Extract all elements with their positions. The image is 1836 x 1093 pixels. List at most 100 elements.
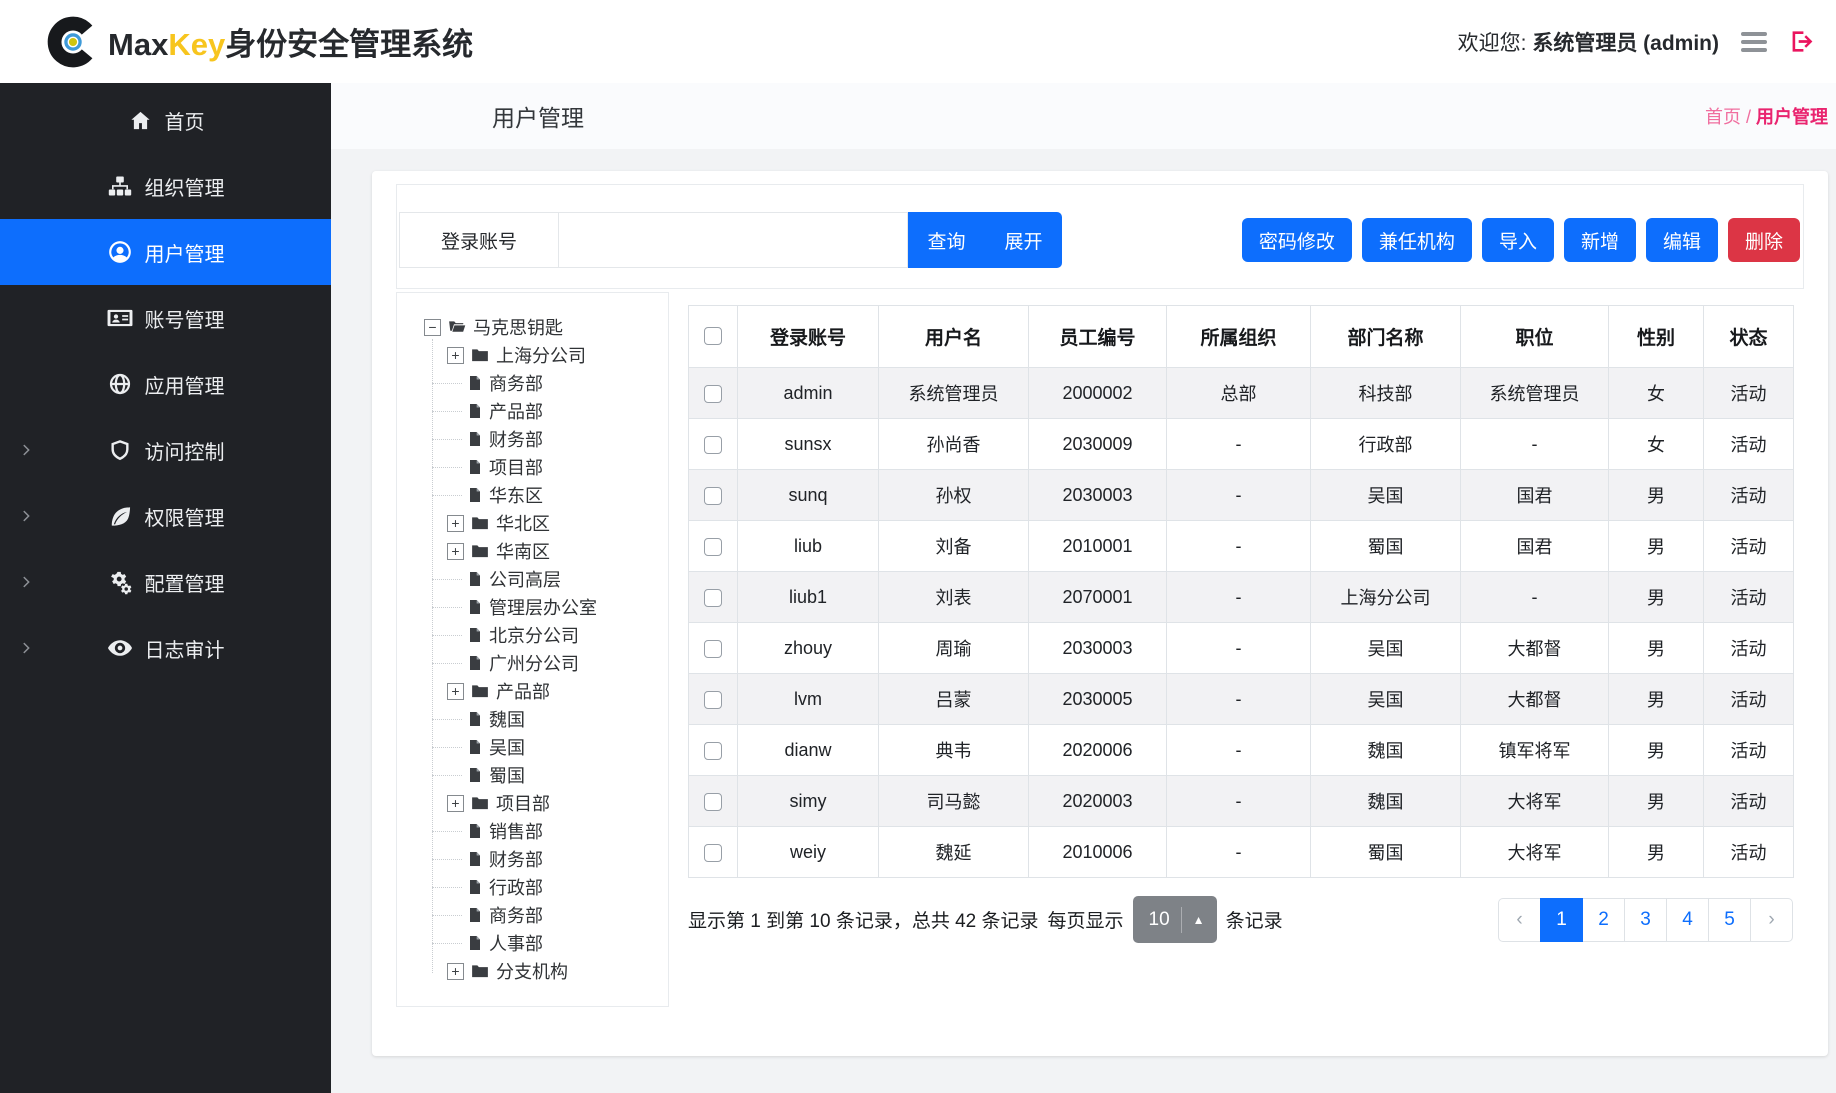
sidebar-item-config[interactable]: 配置管理 — [0, 549, 331, 615]
column-header[interactable]: 性别 — [1609, 306, 1704, 368]
tree-node[interactable]: +分支机构 — [424, 957, 668, 985]
tree-node-label: 行政部 — [489, 874, 543, 900]
table-cell: 女 — [1609, 419, 1704, 470]
page-4-button[interactable]: 4 — [1666, 898, 1709, 942]
adjunct-org-button[interactable]: 兼任机构 — [1362, 218, 1472, 262]
tree-node[interactable]: 管理层办公室 — [424, 593, 668, 621]
folder-icon — [470, 794, 490, 812]
page-title: 用户管理 — [492, 99, 584, 133]
tree-node[interactable]: −马克思钥匙 — [424, 313, 668, 341]
page-next-button[interactable]: › — [1750, 898, 1793, 942]
edit-button[interactable]: 编辑 — [1646, 218, 1718, 262]
records-info: 显示第 1 到第 10 条记录，总共 42 条记录 — [688, 906, 1039, 933]
row-checkbox[interactable] — [704, 589, 722, 607]
tree-expand-icon[interactable]: + — [447, 543, 464, 560]
tree-node[interactable]: 华东区 — [424, 481, 668, 509]
select-all-checkbox[interactable] — [704, 327, 722, 345]
table-cell: - — [1167, 521, 1311, 572]
add-button[interactable]: 新增 — [1564, 218, 1636, 262]
tree-node[interactable]: + 华北区 — [424, 509, 668, 537]
tree-node[interactable]: 北京分公司 — [424, 621, 668, 649]
breadcrumb-separator: / — [1746, 107, 1751, 127]
tree-node-label: 产品部 — [496, 678, 550, 704]
import-button[interactable]: 导入 — [1482, 218, 1554, 262]
tree-node[interactable]: 财务部 — [424, 845, 668, 873]
row-checkbox[interactable] — [704, 844, 722, 862]
org-tree: −马克思钥匙+上海分公司商务部产品部财务部项目部华东区+华北区+华南区公司高层管… — [396, 292, 669, 1007]
column-header[interactable]: 所属组织 — [1167, 306, 1311, 368]
sidebar-item-access[interactable]: 访问控制 — [0, 417, 331, 483]
row-checkbox[interactable] — [704, 436, 722, 454]
row-checkbox[interactable] — [704, 487, 722, 505]
sidebar-item-org[interactable]: 组织管理 — [0, 153, 331, 219]
tree-node[interactable]: 人事部 — [424, 929, 668, 957]
sidebar-item-app[interactable]: 应用管理 — [0, 351, 331, 417]
tree-node[interactable]: 商务部 — [424, 901, 668, 929]
tree-collapse-icon[interactable]: − — [424, 319, 441, 336]
tree-expand-icon[interactable]: + — [447, 795, 464, 812]
table-cell: sunsx — [738, 419, 879, 470]
page-size-select[interactable]: 10 ▲ — [1133, 896, 1217, 943]
row-checkbox[interactable] — [704, 742, 722, 760]
tree-node[interactable]: 项目部 — [424, 453, 668, 481]
tree-node[interactable]: 魏国 — [424, 705, 668, 733]
tree-node[interactable]: 产品部 — [424, 397, 668, 425]
column-header[interactable]: 职位 — [1461, 306, 1609, 368]
tree-node[interactable]: 公司高层 — [424, 565, 668, 593]
expand-button[interactable]: 展开 — [985, 212, 1062, 268]
tree-node[interactable]: 行政部 — [424, 873, 668, 901]
row-checkbox[interactable] — [704, 691, 722, 709]
table-cell: 国君 — [1461, 521, 1609, 572]
file-icon — [467, 906, 483, 924]
sidebar-item-audit[interactable]: 日志审计 — [0, 615, 331, 681]
sidebar-item-user[interactable]: 用户管理 — [0, 219, 331, 285]
page-3-button[interactable]: 3 — [1624, 898, 1667, 942]
delete-button[interactable]: 删除 — [1728, 218, 1800, 262]
tree-expand-icon[interactable]: + — [447, 963, 464, 980]
page-5-button[interactable]: 5 — [1708, 898, 1751, 942]
tree-node-label: 销售部 — [489, 818, 543, 844]
table-cell: - — [1167, 725, 1311, 776]
tree-node[interactable]: +上海分公司 — [424, 341, 668, 369]
page-1-button[interactable]: 1 — [1540, 898, 1583, 942]
row-checkbox[interactable] — [704, 538, 722, 556]
tree-node-label: 项目部 — [489, 454, 543, 480]
breadcrumb-home[interactable]: 首页 — [1705, 107, 1741, 127]
table-cell: 吴国 — [1311, 674, 1461, 725]
page-buttons: ‹12345› — [1498, 898, 1793, 942]
tree-node[interactable]: +华南区 — [424, 537, 668, 565]
tree-expand-icon[interactable]: + — [447, 347, 464, 364]
tree-node[interactable]: 财务部 — [424, 425, 668, 453]
tree-node[interactable]: 蜀国 — [424, 761, 668, 789]
sidebar-item-account[interactable]: 账号管理 — [0, 285, 331, 351]
tree-node[interactable]: +项目部 — [424, 789, 668, 817]
column-header[interactable]: 部门名称 — [1311, 306, 1461, 368]
logout-icon[interactable] — [1789, 28, 1816, 55]
tree-node[interactable]: 销售部 — [424, 817, 668, 845]
row-checkbox[interactable] — [704, 640, 722, 658]
tree-expand-icon[interactable]: + — [447, 683, 464, 700]
page-2-button[interactable]: 2 — [1582, 898, 1625, 942]
row-checkbox[interactable] — [704, 793, 722, 811]
column-header[interactable]: 状态 — [1704, 306, 1794, 368]
tree-node[interactable]: 商务部 — [424, 369, 668, 397]
tree-node-label: 华北区 — [496, 510, 550, 536]
table-row: sunq孙权2030003-吴国国君男活动 — [689, 470, 1794, 521]
menu-icon[interactable] — [1741, 28, 1767, 56]
file-icon — [467, 738, 483, 756]
tree-expand-icon[interactable]: + — [447, 515, 464, 532]
tree-node[interactable]: 吴国 — [424, 733, 668, 761]
tree-node[interactable]: + 产品部 — [424, 677, 668, 705]
tree-node[interactable]: 广州分公司 — [424, 649, 668, 677]
sidebar-item-permission[interactable]: 权限管理 — [0, 483, 331, 549]
login-account-input[interactable] — [559, 212, 908, 268]
sidebar-item-home[interactable]: 首页 — [0, 87, 331, 153]
column-header[interactable]: 员工编号 — [1029, 306, 1167, 368]
column-header[interactable]: 登录账号 — [738, 306, 879, 368]
table-cell: 男 — [1609, 521, 1704, 572]
query-button[interactable]: 查询 — [908, 212, 985, 268]
password-modify-button[interactable]: 密码修改 — [1242, 218, 1352, 262]
row-checkbox[interactable] — [704, 385, 722, 403]
page-prev-button[interactable]: ‹ — [1498, 898, 1541, 942]
column-header[interactable]: 用户名 — [879, 306, 1029, 368]
